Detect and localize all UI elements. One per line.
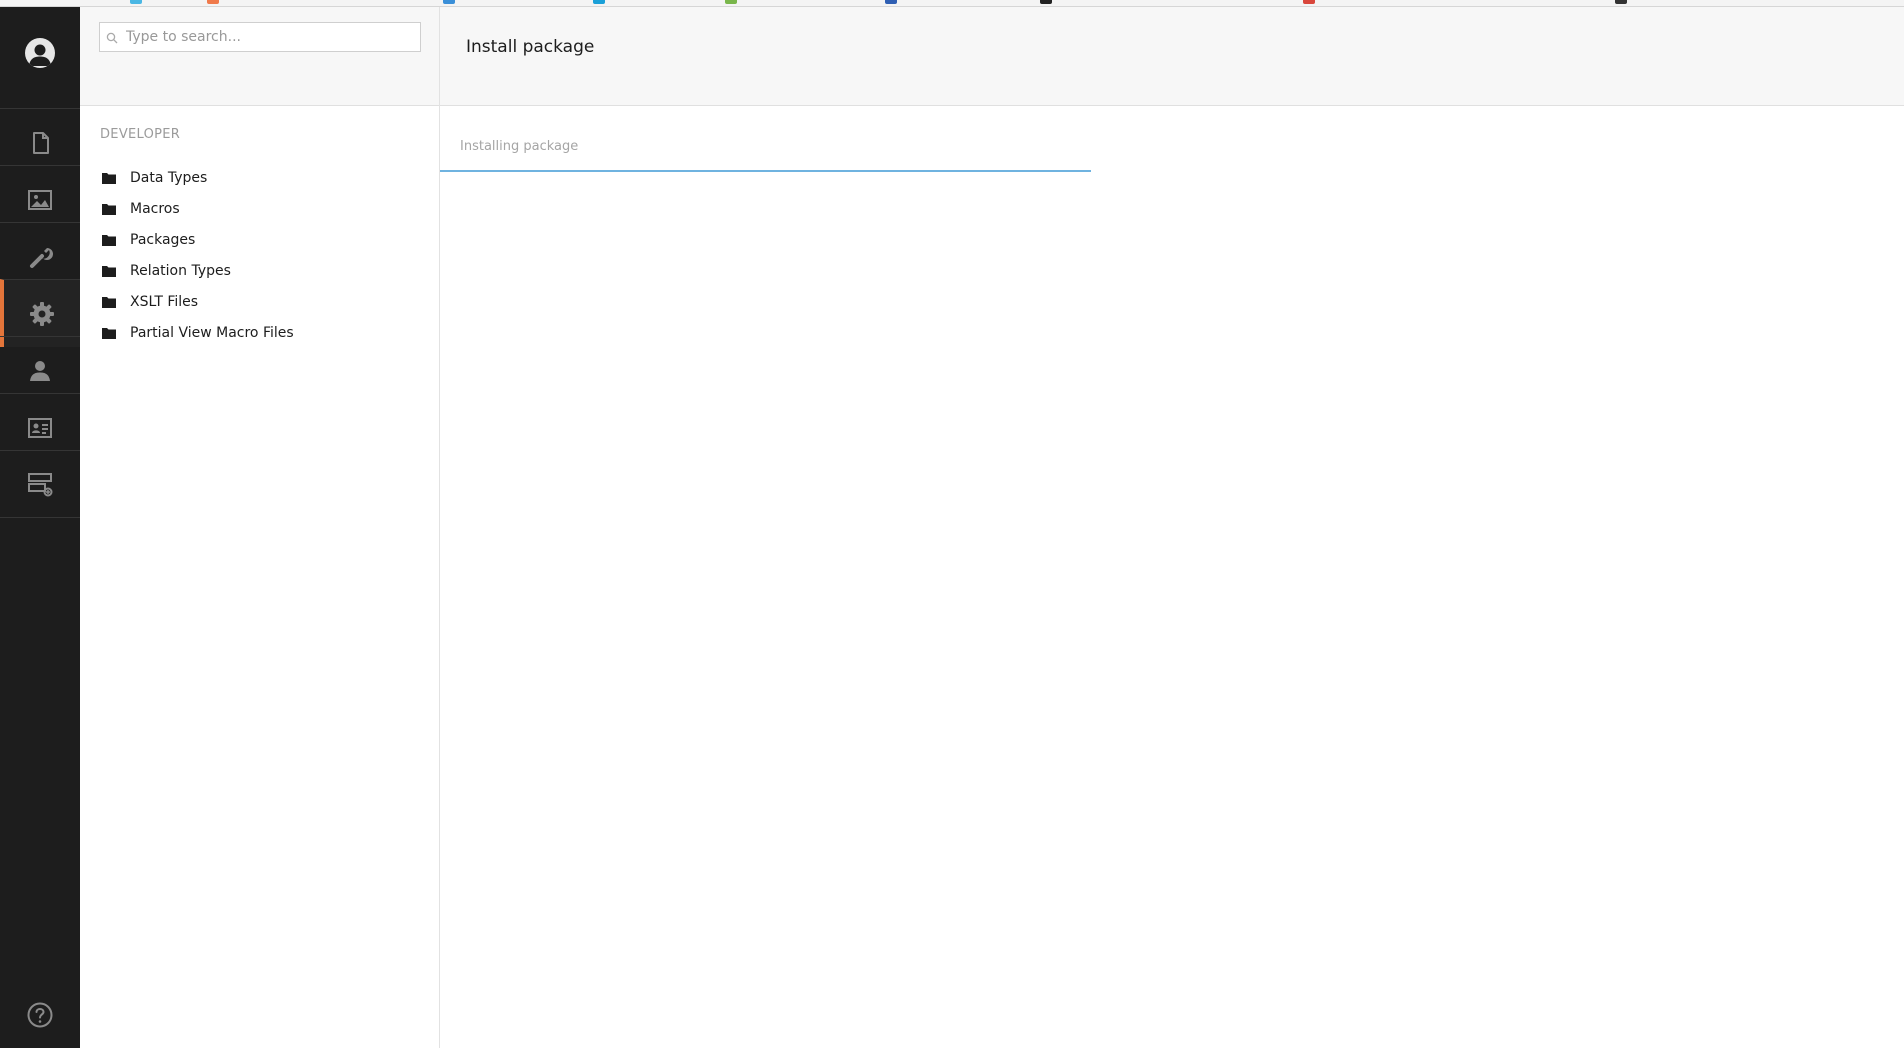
help-icon[interactable] <box>26 1001 54 1029</box>
bookmark-favicon[interactable] <box>207 0 219 4</box>
search-input[interactable] <box>126 27 416 47</box>
app-section-nav <box>0 7 80 1048</box>
bookmark-favicon[interactable] <box>885 0 897 4</box>
tree-item-label: Data Types <box>130 169 208 186</box>
tree-item-label: Relation Types <box>130 262 231 279</box>
folder-icon <box>102 234 116 246</box>
install-progress-bar <box>440 170 1091 172</box>
tree-item-macros[interactable]: Macros <box>100 193 420 224</box>
tree-panel: DEVELOPER Data Types Macros Packages Rel… <box>80 7 440 1048</box>
forms-icon <box>28 473 53 497</box>
tree-item-xslt-files[interactable]: XSLT Files <box>100 286 420 317</box>
browser-bookmarks-strip <box>0 0 1904 7</box>
tree-item-label: Packages <box>130 231 196 248</box>
tree-item-data-types[interactable]: Data Types <box>100 162 420 193</box>
search-box[interactable] <box>99 22 421 52</box>
tree-section-title: DEVELOPER <box>100 127 181 142</box>
folder-icon <box>102 265 116 277</box>
user-avatar[interactable] <box>25 38 55 68</box>
page-title: Install package <box>466 37 595 57</box>
install-progress-fill <box>440 170 1091 172</box>
bookmark-favicon[interactable] <box>593 0 605 4</box>
tree-item-label: XSLT Files <box>130 293 199 310</box>
folder-icon <box>102 172 116 184</box>
folder-icon <box>102 203 116 215</box>
document-icon <box>33 131 49 154</box>
tree-item-relation-types[interactable]: Relation Types <box>100 255 420 286</box>
tree-list: Data Types Macros Packages Relation Type… <box>100 162 420 348</box>
nav-section-forms[interactable] <box>0 450 80 518</box>
media-image-icon <box>28 189 52 210</box>
member-card-icon <box>28 417 52 438</box>
wrench-icon <box>30 247 53 268</box>
folder-icon <box>102 327 116 339</box>
folder-icon <box>102 296 116 308</box>
tree-item-label: Partial View Macro Files <box>130 324 294 341</box>
tree-item-label: Macros <box>130 200 180 217</box>
install-status-text: Installing package <box>460 139 579 154</box>
editor-header: Install package <box>440 7 1904 106</box>
bookmark-favicon[interactable] <box>1040 0 1052 4</box>
bookmark-favicon[interactable] <box>1615 0 1627 4</box>
bookmark-favicon[interactable] <box>130 0 142 4</box>
editor-panel: Install package Installing package <box>440 7 1904 1048</box>
gear-icon <box>30 301 54 326</box>
search-icon <box>106 32 118 44</box>
bookmark-favicon[interactable] <box>443 0 455 4</box>
bookmark-favicon[interactable] <box>725 0 737 4</box>
tree-item-partial-view-macro-files[interactable]: Partial View Macro Files <box>100 317 420 348</box>
tree-item-packages[interactable]: Packages <box>100 224 420 255</box>
tree-header <box>80 7 439 106</box>
bookmark-favicon[interactable] <box>1303 0 1315 4</box>
user-avatar-icon <box>29 44 51 66</box>
user-icon <box>30 360 50 381</box>
